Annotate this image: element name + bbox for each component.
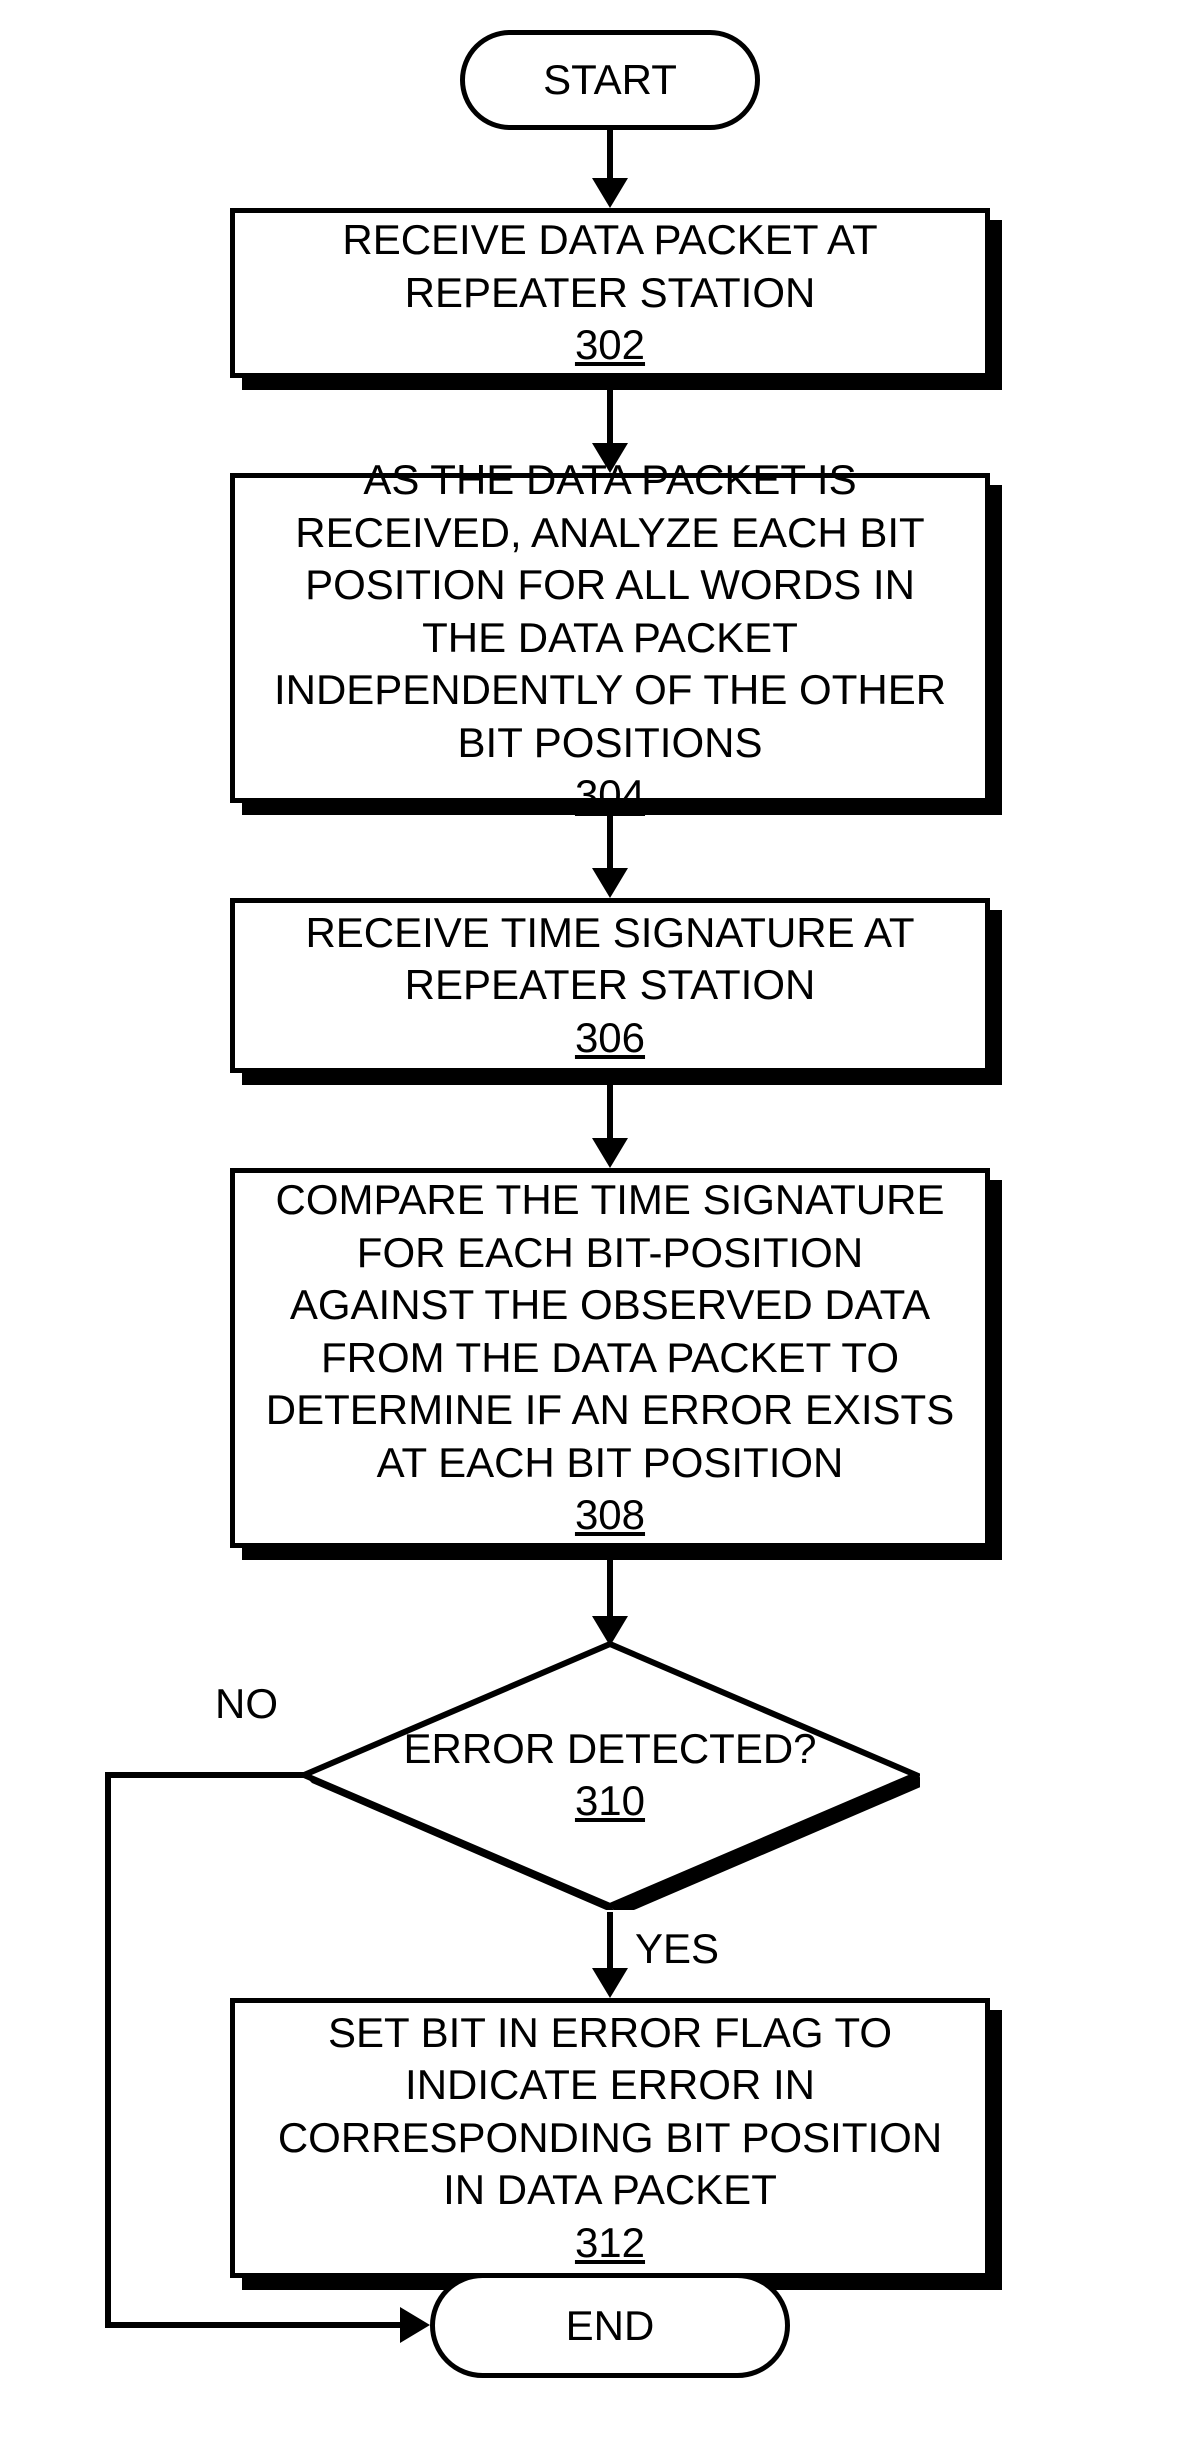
arrow-no-v [105,1772,111,2325]
edge-yes-label: YES [635,1925,719,1973]
decision-310-text: ERROR DETECTED? [403,1723,816,1776]
decision-310-ref: 310 [403,1775,816,1828]
process-312-ref: 312 [265,2217,955,2270]
process-312-text: SET BIT IN ERROR FLAG TO INDICATE ERROR … [265,2007,955,2217]
arrowhead-no [400,2307,430,2343]
arrow-start-to-302 [607,130,613,180]
arrowhead-yes [592,1968,628,1998]
arrow-304-to-306 [607,815,613,870]
arrow-308-to-310 [607,1560,613,1618]
process-302-text: RECEIVE DATA PACKET AT REPEATER STATION [265,214,955,319]
process-306-text: RECEIVE TIME SIGNATURE AT REPEATER STATI… [265,907,955,1012]
process-308: COMPARE THE TIME SIGNATURE FOR EACH BIT-… [230,1168,990,1548]
arrowhead-start-to-302 [592,178,628,208]
arrow-yes [607,1912,613,1970]
arrow-no-h2 [105,2322,403,2328]
process-302-ref: 302 [265,319,955,372]
arrowhead-306-to-308 [592,1138,628,1168]
start-terminator: START [460,30,760,130]
process-312: SET BIT IN ERROR FLAG TO INDICATE ERROR … [230,1998,990,2278]
end-label: END [566,2302,655,2350]
process-306: RECEIVE TIME SIGNATURE AT REPEATER STATI… [230,898,990,1073]
process-306-ref: 306 [265,1012,955,1065]
end-terminator: END [430,2273,790,2378]
process-308-ref: 308 [265,1489,955,1542]
arrow-no-h1 [105,1772,305,1778]
process-304: AS THE DATA PACKET IS RECEIVED, ANALYZE … [230,473,990,803]
start-label: START [543,56,677,104]
process-302: RECEIVE DATA PACKET AT REPEATER STATION … [230,208,990,378]
edge-no-label: NO [215,1680,278,1728]
arrow-306-to-308 [607,1085,613,1140]
process-308-text: COMPARE THE TIME SIGNATURE FOR EACH BIT-… [265,1174,955,1489]
arrowhead-304-to-306 [592,868,628,898]
arrow-302-to-304 [607,390,613,445]
process-304-ref: 304 [265,769,955,822]
decision-310: ERROR DETECTED? 310 [300,1640,920,1910]
process-304-text: AS THE DATA PACKET IS RECEIVED, ANALYZE … [265,454,955,769]
